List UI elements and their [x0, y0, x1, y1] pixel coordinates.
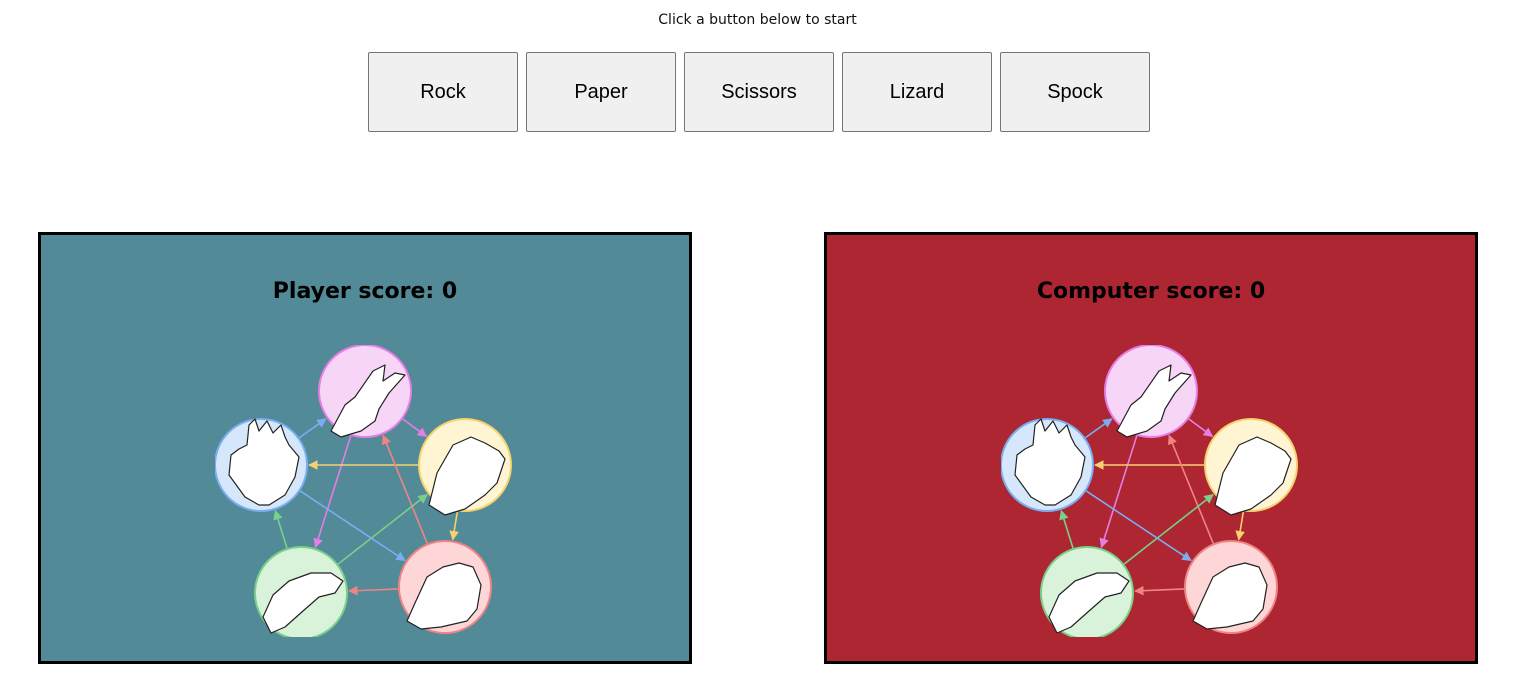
spock-button[interactable]: Spock [1000, 52, 1150, 132]
rule-arrow [449, 511, 459, 541]
rule-arrow [1059, 509, 1074, 549]
rule-arrow [402, 418, 428, 438]
rule-arrow [1133, 585, 1185, 596]
scissors-button[interactable]: Scissors [684, 52, 834, 132]
rule-arrow [313, 435, 352, 549]
rule-arrow [298, 418, 327, 439]
rule-arrow [1084, 418, 1113, 439]
lizard-hand-icon [254, 546, 348, 637]
choice-button-bar: Rock Paper Scissors Lizard Spock [368, 52, 1150, 132]
paper-hand-icon [418, 418, 512, 516]
rule-arrow [273, 509, 288, 549]
lizard-button[interactable]: Lizard [842, 52, 992, 132]
player-score: Player score: 0 [272, 279, 458, 304]
rule-arrow [1099, 435, 1138, 549]
computer-score: Computer score: 0 [1036, 279, 1266, 304]
rule-arrow [1188, 418, 1214, 438]
rock-hand-icon [1184, 540, 1278, 634]
rule-arrow [1235, 511, 1245, 541]
player-rules-diagram [215, 345, 515, 637]
rule-arrow [347, 585, 399, 596]
scissors-hand-icon [1104, 345, 1198, 438]
player-panel: Player score: 0 [38, 232, 692, 664]
computer-panel: Computer score: 0 [824, 232, 1478, 664]
rock-button[interactable]: Rock [368, 52, 518, 132]
spock-hand-icon [215, 418, 308, 512]
paper-hand-icon [1204, 418, 1298, 516]
rock-hand-icon [398, 540, 492, 634]
rules-diagram-svg [1001, 345, 1298, 637]
spock-hand-icon [1001, 418, 1094, 512]
computer-rules-diagram [1001, 345, 1301, 637]
paper-button[interactable]: Paper [526, 52, 676, 132]
instruction-text: Click a button below to start [658, 12, 857, 28]
lizard-hand-icon [1040, 546, 1134, 637]
scissors-hand-icon [318, 345, 412, 438]
rules-diagram-svg [215, 345, 512, 637]
